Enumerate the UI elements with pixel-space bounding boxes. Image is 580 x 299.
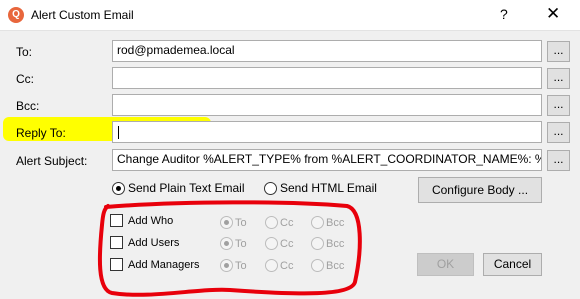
to-field[interactable]: rod@pmademea.local [112,40,542,62]
bcc-field[interactable] [112,94,542,116]
bcc-browse-button[interactable]: ... [547,95,570,116]
close-button[interactable]: ✕ [546,4,560,24]
add-who-bcc[interactable]: Bcc [311,216,344,229]
add-who-bcc-radio[interactable] [311,216,324,229]
add-managers-option[interactable]: Add Managers [110,258,200,271]
help-button[interactable]: ? [500,6,508,22]
add-who-cc-label: Cc [280,216,294,229]
configure-body-button[interactable]: Configure Body ... [418,177,542,203]
add-managers-cc[interactable]: Cc [265,259,293,272]
add-who-label: Add Who [128,214,174,227]
plain-text-option[interactable]: Send Plain Text Email [112,181,245,195]
add-users-to-label: To [235,237,247,250]
add-users-bcc-label: Bcc [326,237,345,250]
ok-button[interactable]: OK [417,253,474,276]
add-managers-label: Add Managers [128,258,200,271]
add-users-bcc-radio[interactable] [311,237,324,250]
plain-text-radio[interactable] [112,181,125,195]
add-who-bcc-label: Bcc [326,216,345,229]
alert-subject-field[interactable]: Change Auditor %ALERT_TYPE% from %ALERT_… [112,149,542,171]
add-users-option[interactable]: Add Users [110,236,179,249]
add-who-cc[interactable]: Cc [265,216,293,229]
cancel-button[interactable]: Cancel [483,253,542,276]
add-managers-to[interactable]: To [220,259,247,272]
cc-field[interactable] [112,67,542,89]
add-users-to-radio[interactable] [220,237,233,250]
to-label: To: [16,45,33,59]
add-who-to-radio[interactable] [220,216,233,229]
add-users-checkbox[interactable] [110,236,123,249]
html-label: Send HTML Email [280,181,377,195]
cc-label: Cc: [16,72,34,86]
add-managers-bcc-label: Bcc [326,259,345,272]
cc-browse-button[interactable]: ... [547,68,570,89]
add-managers-cc-label: Cc [280,259,294,272]
add-users-label: Add Users [128,236,180,249]
add-who-checkbox[interactable] [110,214,123,227]
window-title: Alert Custom Email [31,8,134,22]
html-radio[interactable] [264,181,277,195]
app-logo-icon: Q [8,7,24,23]
alert-subject-label: Alert Subject: [16,154,88,168]
reply-to-browse-button[interactable]: ... [547,122,570,143]
text-caret [118,126,119,139]
bcc-label: Bcc: [16,99,40,113]
add-users-to[interactable]: To [220,237,247,250]
plain-text-label: Send Plain Text Email [128,181,245,195]
alert-custom-email-dialog: Q Alert Custom Email ? ✕ To: rod@pmademe… [0,0,580,299]
add-managers-checkbox[interactable] [110,258,123,271]
add-users-cc-radio[interactable] [265,237,278,250]
add-users-bcc[interactable]: Bcc [311,237,344,250]
add-who-option[interactable]: Add Who [110,214,173,227]
reply-to-field[interactable] [112,121,542,143]
add-who-to-label: To [235,216,247,229]
add-managers-bcc[interactable]: Bcc [311,259,344,272]
add-who-cc-radio[interactable] [265,216,278,229]
title-bar: Q Alert Custom Email ? ✕ [0,0,580,31]
add-who-to[interactable]: To [220,216,247,229]
reply-to-label: Reply To: [16,126,66,140]
add-users-cc[interactable]: Cc [265,237,293,250]
add-managers-bcc-radio[interactable] [311,259,324,272]
alert-subject-browse-button[interactable]: ... [547,150,570,171]
to-browse-button[interactable]: ... [547,41,570,62]
add-managers-to-radio[interactable] [220,259,233,272]
html-option[interactable]: Send HTML Email [264,181,377,195]
add-managers-cc-radio[interactable] [265,259,278,272]
add-users-cc-label: Cc [280,237,294,250]
add-managers-to-label: To [235,259,247,272]
